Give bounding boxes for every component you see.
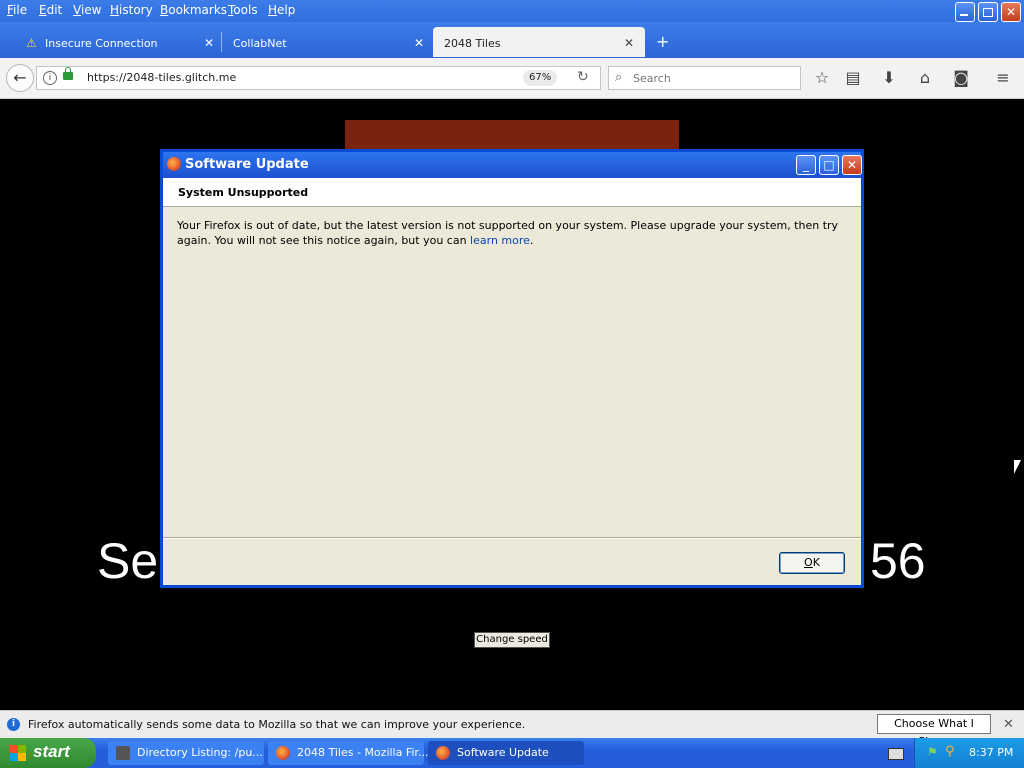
taskbar-item-software-update[interactable]: Software Update [428,741,584,765]
tab-close-icon[interactable]: ✕ [624,36,634,50]
taskbar-item-label: 2048 Tiles - Mozilla Fir... [297,746,429,759]
dialog-divider [163,537,861,539]
menu-help[interactable]: Help [268,3,295,17]
menu-view[interactable]: View [73,3,101,17]
notification-bar: i Firefox automatically sends some data … [0,710,1024,748]
window-restore-button[interactable] [978,2,998,22]
tab-divider [221,32,222,52]
tab-label: 2048 Tiles [444,37,501,50]
mouse-cursor-icon [1014,460,1021,474]
plus-icon: + [656,32,670,51]
pocket-icon[interactable]: ◙ [950,67,972,89]
navigation-bar: ← i https://2048-tiles.glitch.me 67% ↻ ⌕… [0,58,1024,99]
lock-icon[interactable] [63,67,73,80]
search-icon[interactable]: ⚲ [945,744,955,759]
search-placeholder: Search [633,72,671,85]
start-button[interactable]: start [0,738,96,768]
info-icon[interactable]: i [43,71,57,85]
url-bar[interactable]: i https://2048-tiles.glitch.me 67% ↻ [36,66,601,90]
dialog-message: Your Firefox is out of date, but the lat… [177,218,843,248]
firefox-icon [436,746,450,760]
menu-tools[interactable]: Tools [228,3,258,17]
change-speed-button[interactable]: Change speed [474,632,550,648]
tab-close-icon[interactable]: ✕ [414,36,424,50]
notification-message: Firefox automatically sends some data to… [28,718,526,731]
arrow-left-icon: ← [13,68,27,87]
dialog-close-button[interactable]: ✕ [842,155,862,175]
url-text[interactable]: https://2048-tiles.glitch.me [87,71,236,84]
back-button[interactable]: ← [6,64,34,92]
menu-edit[interactable]: Edit [39,3,62,17]
keyboard-icon[interactable] [888,748,904,760]
tab-strip: ⚠ Insecure Connection ✕ CollabNet ✕ 2048… [0,22,1024,58]
system-tray: ⚑ ⚲ 8:37 PM [914,738,1024,768]
dialog-header: System Unsupported [163,178,861,207]
reading-list-icon[interactable]: ▤ [842,67,864,89]
folder-icon [116,746,130,760]
tab-insecure-connection[interactable]: ⚠ Insecure Connection ✕ [20,27,220,57]
minimize-icon: _ [803,158,809,172]
big-text-left: Se [97,533,159,589]
close-icon: ✕ [846,158,858,172]
clock[interactable]: 8:37 PM [969,746,1013,759]
maximize-icon: □ [823,158,835,172]
dialog-title: Software Update [185,157,309,172]
menu-file[interactable]: File [7,3,27,17]
ok-label: K [812,556,820,569]
taskbar-item-label: Software Update [457,746,549,759]
dialog-message-end: . [529,234,534,247]
window-close-button[interactable]: ✕ [1001,2,1021,22]
menu-bookmarks[interactable]: Bookmarks [160,3,227,17]
tab-collabnet[interactable]: CollabNet ✕ [226,27,432,57]
big-text-right: 56 [870,533,926,589]
close-icon: ✕ [1005,5,1017,19]
taskbar-item-2048-tiles[interactable]: 2048 Tiles - Mozilla Fir... [268,741,428,765]
taskbar-item-label: Directory Listing: /pu... [137,746,263,759]
menu-history[interactable]: History [110,3,153,17]
ok-mnemonic: O [804,556,813,569]
firefox-icon [167,157,181,171]
dialog-heading: System Unsupported [178,186,309,199]
menu-bar: File Edit View History Bookmarks Tools H… [0,0,1024,22]
tab-label: CollabNet [233,37,287,50]
taskbar-item-directory-listing[interactable]: Directory Listing: /pu... [108,741,264,765]
score-banner [345,120,679,150]
info-icon: i [7,718,20,731]
close-icon[interactable]: ✕ [1003,717,1014,732]
menu-icon[interactable]: ≡ [992,67,1014,89]
reload-icon[interactable]: ↻ [577,69,589,85]
new-tab-button[interactable]: + [654,27,674,57]
tab-label: Insecure Connection [45,37,158,50]
taskbar: start Directory Listing: /pu... 2048 Til… [0,738,1024,768]
firefox-icon [276,746,290,760]
ok-button[interactable]: OK [779,552,845,574]
start-label: start [33,742,70,761]
software-update-dialog: Software Update _ □ ✕ System Unsupported… [160,149,864,588]
choose-what-i-share-button[interactable]: Choose What I Share [877,714,991,748]
download-icon[interactable]: ⬇ [878,67,900,89]
windows-logo-icon [10,745,26,761]
search-input[interactable]: ⌕ Search [608,66,801,90]
warning-icon: ⚠ [26,36,37,50]
dialog-minimize-button[interactable]: _ [796,155,816,175]
home-icon[interactable]: ⌂ [914,67,936,89]
search-icon: ⌕ [615,70,623,85]
dialog-maximize-button[interactable]: □ [819,155,839,175]
tab-2048-tiles[interactable]: 2048 Tiles ✕ [433,27,645,57]
window-minimize-button[interactable] [955,2,975,22]
learn-more-link[interactable]: learn more [470,234,530,247]
network-icon[interactable]: ⚑ [927,745,938,759]
restore-icon [983,8,993,17]
minimize-icon [960,14,968,16]
dialog-title-bar[interactable]: Software Update _ □ ✕ [163,152,862,178]
zoom-indicator[interactable]: 67% [523,70,558,86]
bookmark-star-icon[interactable]: ☆ [811,67,833,89]
tab-close-icon[interactable]: ✕ [204,36,214,50]
